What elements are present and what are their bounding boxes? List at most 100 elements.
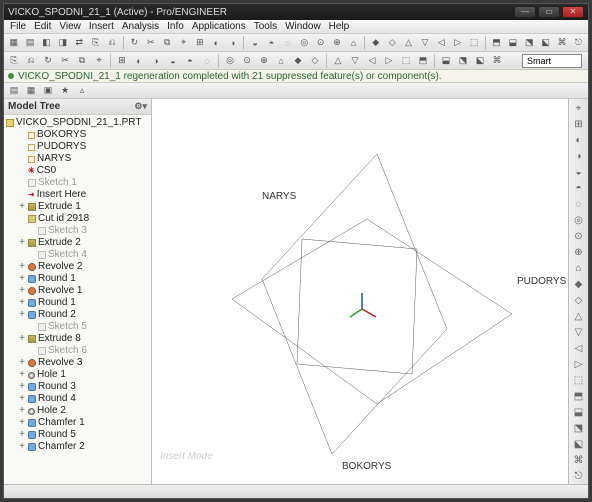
view-btn-19[interactable]: ▽: [347, 53, 363, 69]
menu-analysis[interactable]: Analysis: [118, 21, 163, 32]
tool-btn-25[interactable]: ◁: [434, 35, 449, 51]
tool-btn-24[interactable]: ▽: [417, 35, 432, 51]
menu-tools[interactable]: Tools: [250, 21, 281, 32]
tool-btn-18[interactable]: ⊙: [313, 35, 328, 51]
feat-btn-20[interactable]: ⬔: [571, 421, 587, 436]
expand-icon[interactable]: +: [18, 333, 26, 345]
tree-item-21[interactable]: +Round 3: [4, 381, 151, 393]
tool-btn-14[interactable]: ◒: [247, 35, 262, 51]
feat-btn-16[interactable]: ▷: [571, 357, 587, 372]
maximize-button[interactable]: ▭: [538, 6, 560, 18]
feat-btn-8[interactable]: ⊙: [571, 229, 587, 244]
tree-item-11[interactable]: +Revolve 2: [4, 261, 151, 273]
tool-btn-19[interactable]: ⊕: [329, 35, 344, 51]
tool-btn-23[interactable]: △: [401, 35, 416, 51]
tool-btn-28[interactable]: ⬒: [489, 35, 504, 51]
menu-file[interactable]: File: [6, 21, 30, 32]
expand-icon[interactable]: +: [18, 393, 26, 405]
feat-btn-6[interactable]: ◌: [571, 197, 587, 212]
view-btn-6[interactable]: ⊞: [114, 53, 130, 69]
expand-icon[interactable]: +: [18, 429, 26, 441]
view-btn-21[interactable]: ▷: [381, 53, 397, 69]
view-btn-20[interactable]: ◁: [364, 53, 380, 69]
tree-item-18[interactable]: Sketch 6: [4, 345, 151, 357]
tree-item-22[interactable]: +Round 4: [4, 393, 151, 405]
feat-btn-7[interactable]: ◎: [571, 213, 587, 228]
tool-btn-20[interactable]: ⌂: [346, 35, 361, 51]
menu-help[interactable]: Help: [325, 21, 354, 32]
expand-icon[interactable]: +: [18, 369, 26, 381]
feat-btn-14[interactable]: ▽: [571, 325, 587, 340]
tree-item-2[interactable]: NARYS: [4, 153, 151, 165]
expand-icon[interactable]: +: [18, 261, 26, 273]
expand-icon[interactable]: +: [18, 285, 26, 297]
view-btn-14[interactable]: ⊕: [256, 53, 272, 69]
feat-btn-15[interactable]: ◁: [571, 341, 587, 356]
menu-insert[interactable]: Insert: [85, 21, 118, 32]
view-btn-7[interactable]: ◐: [131, 53, 147, 69]
model-tree[interactable]: VICKO_SPODNI_21_1.PRTBOKORYSPUDORYSNARYS…: [4, 115, 151, 484]
tool-btn-3[interactable]: ◨: [55, 35, 70, 51]
tool-btn-9[interactable]: ⧉: [159, 35, 174, 51]
feat-btn-11[interactable]: ◆: [571, 277, 587, 292]
tree-item-10[interactable]: Sketch 4: [4, 249, 151, 261]
tool-btn-5[interactable]: ⎘: [88, 35, 103, 51]
tool-btn-33[interactable]: ⎋: [571, 35, 586, 51]
tool-btn-6[interactable]: ⎌: [104, 35, 119, 51]
tree-item-14[interactable]: +Round 1: [4, 297, 151, 309]
tree-item-5[interactable]: ➜Insert Here: [4, 189, 151, 201]
feat-btn-0[interactable]: ⌖: [571, 101, 587, 116]
view-btn-26[interactable]: ⬕: [472, 53, 488, 69]
tree-item-8[interactable]: Sketch 3: [4, 225, 151, 237]
tool-btn-13[interactable]: ◑: [225, 35, 240, 51]
feat-btn-1[interactable]: ⊞: [571, 117, 587, 132]
tree-item-26[interactable]: +Chamfer 2: [4, 441, 151, 453]
view-btn-1[interactable]: ⎌: [23, 53, 39, 69]
expand-icon[interactable]: +: [18, 309, 26, 321]
view-btn-11[interactable]: ◌: [199, 53, 215, 69]
feat-btn-2[interactable]: ◐: [571, 133, 587, 148]
tree-item-1[interactable]: PUDORYS: [4, 141, 151, 153]
nav-tab-connections-icon[interactable]: ▵: [74, 83, 90, 99]
tree-item-6[interactable]: +Extrude 1: [4, 201, 151, 213]
tool-btn-15[interactable]: ◓: [264, 35, 279, 51]
view-btn-9[interactable]: ◒: [165, 53, 181, 69]
view-btn-13[interactable]: ⊙: [239, 53, 255, 69]
tool-btn-17[interactable]: ◎: [297, 35, 312, 51]
tree-item-16[interactable]: Sketch 5: [4, 321, 151, 333]
feat-btn-21[interactable]: ⬕: [571, 437, 587, 452]
view-btn-15[interactable]: ⌂: [273, 53, 289, 69]
tool-btn-22[interactable]: ◇: [384, 35, 399, 51]
expand-icon[interactable]: +: [18, 273, 26, 285]
view-btn-12[interactable]: ◎: [222, 53, 238, 69]
tree-item-0[interactable]: BOKORYS: [4, 129, 151, 141]
view-btn-5[interactable]: ⌖: [91, 53, 107, 69]
viewport[interactable]: NARYS PUDORYS BOKORYS Insert Mode: [152, 99, 568, 484]
feat-btn-12[interactable]: ◇: [571, 293, 587, 308]
tree-settings-icon[interactable]: ⚙▾: [134, 101, 147, 112]
tree-item-7[interactable]: Cut id 2918: [4, 213, 151, 225]
nav-tab-favorites-icon[interactable]: ★: [57, 83, 73, 99]
tool-btn-21[interactable]: ◆: [368, 35, 383, 51]
tool-btn-11[interactable]: ⊞: [192, 35, 207, 51]
feat-btn-13[interactable]: △: [571, 309, 587, 324]
expand-icon[interactable]: +: [18, 441, 26, 453]
expand-icon[interactable]: +: [18, 405, 26, 417]
expand-icon[interactable]: +: [18, 201, 26, 213]
expand-icon[interactable]: +: [18, 417, 26, 429]
tree-item-25[interactable]: +Round 5: [4, 429, 151, 441]
menu-view[interactable]: View: [55, 21, 85, 32]
close-button[interactable]: ✕: [562, 6, 584, 18]
tool-btn-30[interactable]: ⬔: [522, 35, 537, 51]
view-btn-27[interactable]: ⌘: [489, 53, 505, 69]
feat-btn-22[interactable]: ⌘: [571, 453, 587, 468]
tree-item-15[interactable]: +Round 2: [4, 309, 151, 321]
expand-icon[interactable]: +: [18, 381, 26, 393]
tree-item-9[interactable]: +Extrude 2: [4, 237, 151, 249]
tool-btn-1[interactable]: ▤: [22, 35, 37, 51]
tree-item-20[interactable]: +Hole 1: [4, 369, 151, 381]
tool-btn-31[interactable]: ⬕: [538, 35, 553, 51]
menu-window[interactable]: Window: [281, 21, 325, 32]
view-btn-23[interactable]: ⬒: [415, 53, 431, 69]
tool-btn-27[interactable]: ⬚: [466, 35, 481, 51]
